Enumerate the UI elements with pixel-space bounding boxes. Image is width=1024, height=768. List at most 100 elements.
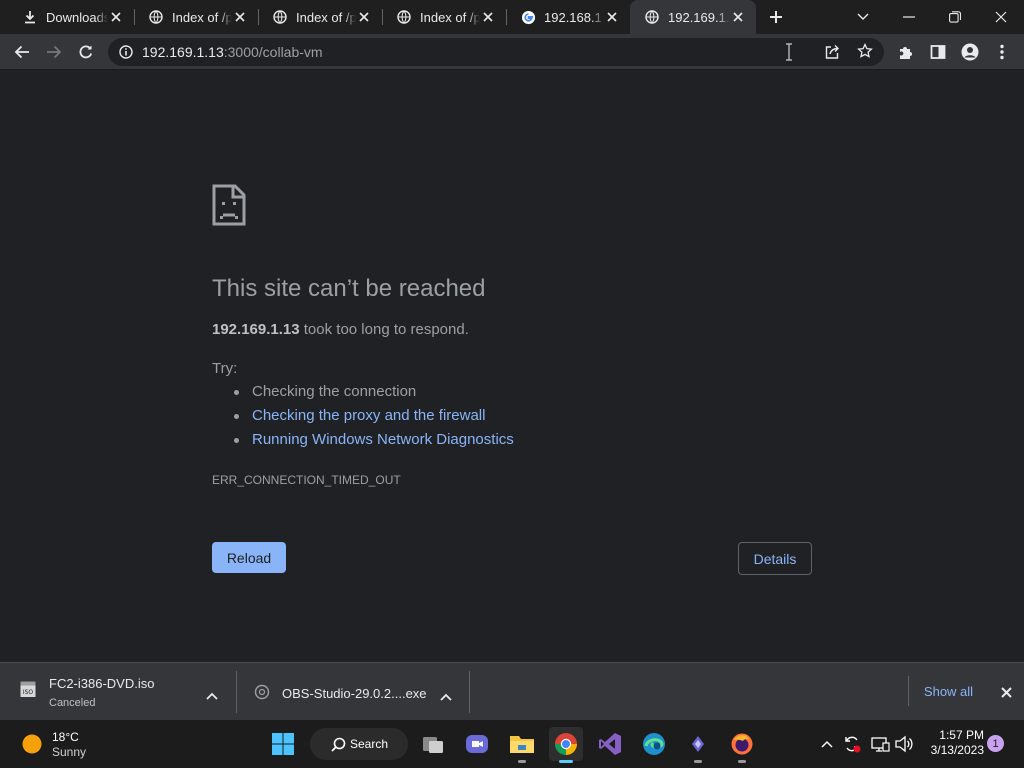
- tab-192-169-1-13[interactable]: 192.169.1.13: [630, 0, 756, 34]
- chrome-icon: [555, 733, 577, 755]
- reload-button[interactable]: [71, 37, 101, 67]
- close-icon[interactable]: [604, 9, 620, 25]
- diamond-app-icon: [692, 736, 704, 752]
- close-icon[interactable]: [108, 9, 124, 25]
- error-host: 192.169.1.13: [212, 321, 300, 338]
- suggestion-network-diagnostics-link[interactable]: Running Windows Network Diagnostics: [232, 432, 514, 456]
- show-all-button[interactable]: Show all: [908, 676, 988, 706]
- chevron-up-icon[interactable]: [440, 688, 452, 706]
- taskbar-search-box[interactable]: Search: [310, 728, 408, 760]
- error-title: This site can’t be reached: [212, 275, 486, 302]
- volume-icon[interactable]: [894, 734, 914, 754]
- edge-icon: [643, 733, 665, 755]
- chrome-button[interactable]: [549, 727, 583, 763]
- extensions-button[interactable]: [891, 37, 921, 67]
- info-icon[interactable]: [119, 45, 133, 64]
- svg-text:ISO: ISO: [23, 689, 34, 696]
- tab-index-of-pub-1[interactable]: Index of /pub: [134, 0, 258, 34]
- tab-title: Index of /pub: [296, 9, 356, 25]
- file-explorer-button[interactable]: [505, 727, 539, 763]
- minimize-button[interactable]: [886, 0, 932, 34]
- start-button[interactable]: [266, 727, 300, 761]
- sad-page-icon: [212, 184, 246, 226]
- error-description: 192.169.1.13 took too long to respond.: [212, 321, 469, 338]
- chevron-up-icon[interactable]: [206, 687, 218, 705]
- browser-toolbar: 192.169.1.13:3000/collab-vm: [0, 34, 1024, 70]
- search-label: Search: [350, 737, 389, 751]
- try-label: Try:: [212, 360, 238, 377]
- weather-temp: 18°C: [52, 730, 79, 744]
- plus-icon: [770, 11, 782, 23]
- search-icon: [331, 737, 346, 752]
- tab-title: Index of /pub: [172, 9, 232, 25]
- network-icon[interactable]: [870, 734, 890, 754]
- new-tab-button[interactable]: [766, 8, 786, 26]
- teams-chat-button[interactable]: [460, 727, 494, 761]
- side-panel-icon: [930, 45, 946, 59]
- weather-widget[interactable]: 18°C Sunny: [12, 726, 102, 762]
- address-bar[interactable]: 192.169.1.13:3000/collab-vm: [108, 38, 884, 66]
- tab-title: 192.169.1.13: [668, 9, 730, 25]
- tab-title: Downloads: [46, 9, 108, 25]
- reload-icon: [79, 45, 93, 59]
- url-path: :3000/collab-vm: [223, 44, 323, 60]
- tab-search-button[interactable]: [840, 0, 886, 34]
- firefox-icon: [731, 733, 753, 755]
- page-content: This site can’t be reached 192.169.1.13 …: [0, 70, 1024, 662]
- tab-index-of-pub-2[interactable]: Index of /pub: [258, 0, 382, 34]
- close-icon: [1000, 686, 1012, 698]
- star-icon[interactable]: [857, 42, 873, 64]
- edge-button[interactable]: [637, 727, 671, 761]
- forward-button[interactable]: [39, 37, 69, 67]
- show-hidden-icons-button[interactable]: [818, 736, 836, 752]
- side-panel-button[interactable]: [923, 37, 953, 67]
- spinner-icon: [254, 684, 270, 705]
- windows-logo-icon: [272, 733, 294, 755]
- error-message: took too long to respond.: [299, 321, 469, 338]
- tab-title: Index of /pub: [420, 9, 480, 25]
- back-button[interactable]: [7, 37, 37, 67]
- close-window-button[interactable]: [978, 0, 1024, 34]
- more-vert-icon: [1000, 44, 1004, 60]
- sun-icon: [22, 734, 42, 754]
- task-view-icon: [423, 737, 443, 753]
- firefox-button[interactable]: [725, 727, 759, 763]
- close-icon[interactable]: [356, 9, 372, 25]
- download-item-obs-studio[interactable]: OBS-Studio-29.0.2....exe: [237, 663, 469, 721]
- arrow-right-icon: [47, 45, 62, 59]
- globe-icon: [148, 9, 164, 25]
- chat-icon: [466, 735, 488, 753]
- menu-button[interactable]: [987, 37, 1017, 67]
- suggestion-check-proxy-link[interactable]: Checking the proxy and the firewall: [232, 408, 514, 432]
- windows-taskbar: 18°C Sunny Search 1:57 PM 3/13/2023 1: [0, 720, 1024, 768]
- globe-icon: [644, 9, 660, 25]
- url-text[interactable]: 192.169.1.13:3000/collab-vm: [142, 44, 323, 60]
- download-filename: OBS-Studio-29.0.2....exe: [282, 686, 427, 701]
- sync-status-icon[interactable]: [842, 734, 862, 754]
- close-icon[interactable]: [480, 9, 496, 25]
- error-code: ERR_CONNECTION_TIMED_OUT: [212, 473, 401, 487]
- minimize-icon: [903, 16, 915, 18]
- task-view-button[interactable]: [416, 727, 450, 761]
- app-button[interactable]: [681, 727, 715, 763]
- visual-studio-button[interactable]: [593, 727, 627, 761]
- tab-index-of-pub-3[interactable]: Index of /pub: [382, 0, 506, 34]
- tab-192-168-1-13[interactable]: 192.168.1.13: [506, 0, 630, 34]
- reload-page-button[interactable]: Reload: [212, 542, 286, 573]
- close-icon[interactable]: [232, 9, 248, 25]
- notification-badge[interactable]: 1: [987, 735, 1004, 752]
- clock[interactable]: 1:57 PM 3/13/2023: [922, 728, 984, 760]
- share-icon[interactable]: [824, 44, 840, 65]
- profile-button[interactable]: [955, 37, 985, 67]
- tab-downloads[interactable]: Downloads: [8, 0, 134, 34]
- avatar-icon: [961, 43, 979, 61]
- chevron-up-icon: [821, 740, 833, 748]
- details-button[interactable]: Details: [738, 542, 812, 575]
- download-item-fc2-iso[interactable]: ISO FC2-i386-DVD.iso Canceled: [0, 663, 236, 721]
- folder-icon: [510, 736, 534, 753]
- restore-button[interactable]: [932, 0, 978, 34]
- close-icon[interactable]: [730, 9, 746, 25]
- url-host: 192.169.1.13: [142, 44, 224, 60]
- tab-title: 192.168.1.13: [544, 9, 604, 25]
- close-shelf-button[interactable]: [996, 683, 1016, 701]
